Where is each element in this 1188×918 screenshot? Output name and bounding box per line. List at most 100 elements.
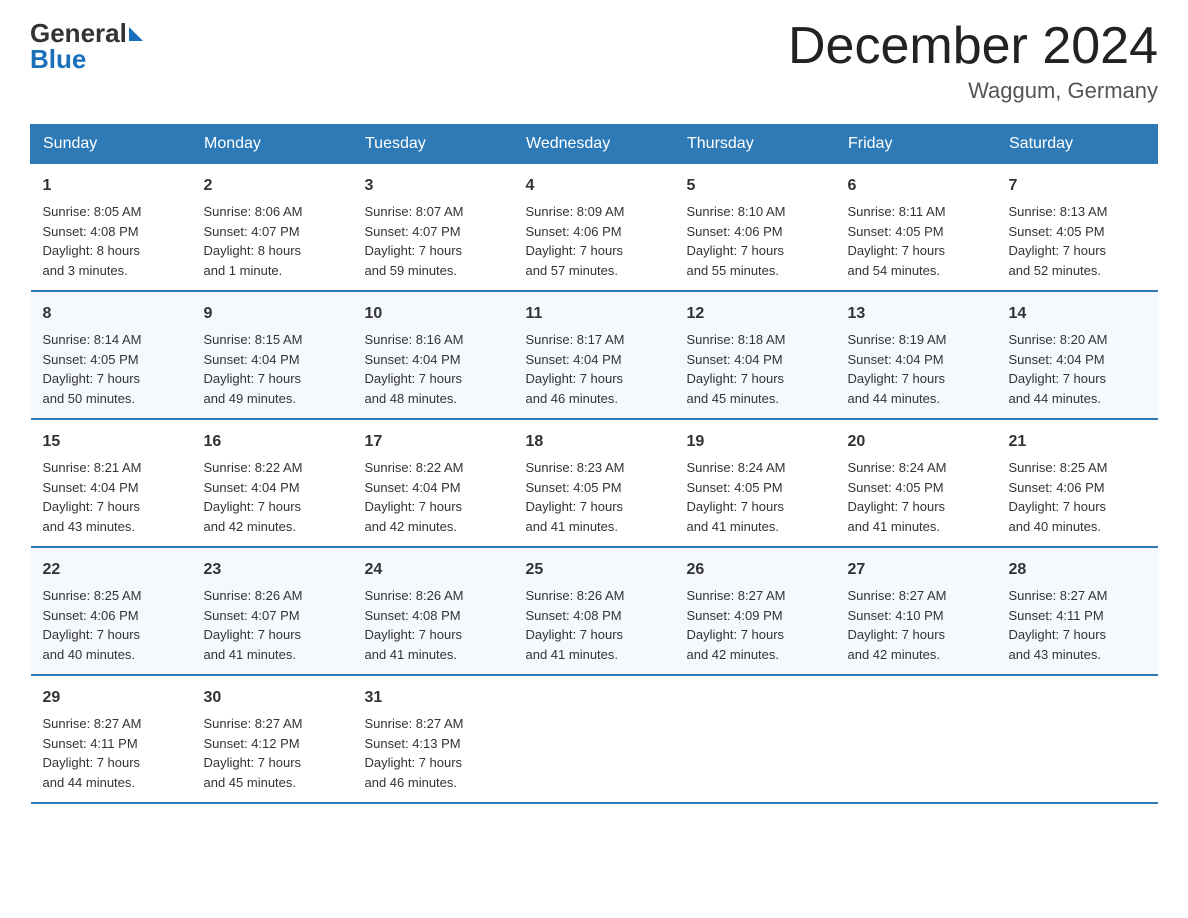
day-detail-line: Sunset: 4:04 PM [848, 350, 985, 370]
day-cell [836, 675, 997, 803]
day-cell [997, 675, 1158, 803]
day-cell: 5Sunrise: 8:10 AMSunset: 4:06 PMDaylight… [675, 164, 836, 292]
day-detail-line: and 59 minutes. [365, 261, 502, 281]
day-detail-line: Sunrise: 8:13 AM [1009, 202, 1146, 222]
day-detail-line: Sunset: 4:09 PM [687, 606, 824, 626]
day-detail-line: Sunrise: 8:24 AM [848, 458, 985, 478]
day-detail-line: Daylight: 7 hours [687, 241, 824, 261]
day-detail-line: and 3 minutes. [43, 261, 180, 281]
day-detail-line: Sunrise: 8:26 AM [365, 586, 502, 606]
day-cell: 15Sunrise: 8:21 AMSunset: 4:04 PMDayligh… [31, 419, 192, 547]
day-detail-line: Sunrise: 8:19 AM [848, 330, 985, 350]
header-cell-saturday: Saturday [997, 125, 1158, 164]
day-detail-line: Daylight: 7 hours [1009, 241, 1146, 261]
day-detail-line: Sunrise: 8:11 AM [848, 202, 985, 222]
header-cell-monday: Monday [192, 125, 353, 164]
logo: General Blue [30, 20, 143, 75]
day-detail-line: Daylight: 7 hours [687, 625, 824, 645]
location: Waggum, Germany [788, 78, 1158, 104]
day-detail-line: Daylight: 7 hours [687, 369, 824, 389]
day-detail-line: Sunrise: 8:17 AM [526, 330, 663, 350]
day-detail-line: Sunrise: 8:27 AM [204, 714, 341, 734]
day-detail-line: Daylight: 7 hours [43, 497, 180, 517]
day-number: 17 [365, 430, 502, 454]
day-number: 27 [848, 558, 985, 582]
header-row: SundayMondayTuesdayWednesdayThursdayFrid… [31, 125, 1158, 164]
day-number: 4 [526, 174, 663, 198]
day-number: 25 [526, 558, 663, 582]
day-number: 26 [687, 558, 824, 582]
day-detail-line: Sunset: 4:06 PM [687, 222, 824, 242]
day-detail-line: Sunrise: 8:27 AM [848, 586, 985, 606]
day-detail-line: and 41 minutes. [526, 645, 663, 665]
day-cell: 2Sunrise: 8:06 AMSunset: 4:07 PMDaylight… [192, 164, 353, 292]
day-detail-line: Daylight: 7 hours [526, 241, 663, 261]
day-detail-line: Sunset: 4:04 PM [365, 350, 502, 370]
day-detail-line: Daylight: 7 hours [848, 241, 985, 261]
day-detail-line: and 48 minutes. [365, 389, 502, 409]
day-cell: 8Sunrise: 8:14 AMSunset: 4:05 PMDaylight… [31, 291, 192, 419]
day-detail-line: Sunrise: 8:25 AM [43, 586, 180, 606]
day-detail-line: Sunrise: 8:15 AM [204, 330, 341, 350]
day-cell: 12Sunrise: 8:18 AMSunset: 4:04 PMDayligh… [675, 291, 836, 419]
day-number: 20 [848, 430, 985, 454]
day-detail-line: and 44 minutes. [1009, 389, 1146, 409]
day-detail-line: and 54 minutes. [848, 261, 985, 281]
day-detail-line: Daylight: 7 hours [43, 753, 180, 773]
day-detail-line: and 41 minutes. [848, 517, 985, 537]
day-detail-line: Sunset: 4:08 PM [365, 606, 502, 626]
day-detail-line: and 42 minutes. [687, 645, 824, 665]
day-detail-line: and 41 minutes. [687, 517, 824, 537]
day-detail-line: and 57 minutes. [526, 261, 663, 281]
day-cell: 13Sunrise: 8:19 AMSunset: 4:04 PMDayligh… [836, 291, 997, 419]
week-row-1: 1Sunrise: 8:05 AMSunset: 4:08 PMDaylight… [31, 164, 1158, 292]
day-cell: 23Sunrise: 8:26 AMSunset: 4:07 PMDayligh… [192, 547, 353, 675]
day-number: 16 [204, 430, 341, 454]
day-detail-line: and 45 minutes. [687, 389, 824, 409]
day-detail-line: Sunset: 4:04 PM [43, 478, 180, 498]
day-cell: 3Sunrise: 8:07 AMSunset: 4:07 PMDaylight… [353, 164, 514, 292]
day-detail-line: Sunset: 4:05 PM [848, 222, 985, 242]
week-row-4: 22Sunrise: 8:25 AMSunset: 4:06 PMDayligh… [31, 547, 1158, 675]
day-detail-line: Sunset: 4:08 PM [526, 606, 663, 626]
day-number: 21 [1009, 430, 1146, 454]
day-detail-line: and 41 minutes. [204, 645, 341, 665]
day-detail-line: Daylight: 7 hours [365, 625, 502, 645]
day-detail-line: Sunset: 4:06 PM [526, 222, 663, 242]
day-cell: 21Sunrise: 8:25 AMSunset: 4:06 PMDayligh… [997, 419, 1158, 547]
day-cell: 29Sunrise: 8:27 AMSunset: 4:11 PMDayligh… [31, 675, 192, 803]
day-number: 23 [204, 558, 341, 582]
day-detail-line: Daylight: 7 hours [1009, 497, 1146, 517]
day-number: 10 [365, 302, 502, 326]
day-cell: 16Sunrise: 8:22 AMSunset: 4:04 PMDayligh… [192, 419, 353, 547]
day-detail-line: Sunset: 4:11 PM [43, 734, 180, 754]
day-number: 24 [365, 558, 502, 582]
day-number: 31 [365, 686, 502, 710]
day-detail-line: and 40 minutes. [43, 645, 180, 665]
day-detail-line: Sunrise: 8:10 AM [687, 202, 824, 222]
day-detail-line: Sunset: 4:07 PM [204, 222, 341, 242]
day-detail-line: Sunset: 4:06 PM [1009, 478, 1146, 498]
day-number: 15 [43, 430, 180, 454]
day-detail-line: Daylight: 7 hours [365, 241, 502, 261]
day-detail-line: and 52 minutes. [1009, 261, 1146, 281]
day-detail-line: Daylight: 8 hours [204, 241, 341, 261]
day-number: 13 [848, 302, 985, 326]
day-detail-line: Sunset: 4:04 PM [365, 478, 502, 498]
day-cell [675, 675, 836, 803]
day-detail-line: Sunset: 4:04 PM [204, 478, 341, 498]
day-detail-line: Sunset: 4:04 PM [204, 350, 341, 370]
day-cell: 7Sunrise: 8:13 AMSunset: 4:05 PMDaylight… [997, 164, 1158, 292]
day-detail-line: and 42 minutes. [848, 645, 985, 665]
month-title: December 2024 [788, 20, 1158, 72]
day-detail-line: Sunset: 4:07 PM [365, 222, 502, 242]
header-cell-thursday: Thursday [675, 125, 836, 164]
day-detail-line: Sunset: 4:10 PM [848, 606, 985, 626]
day-number: 29 [43, 686, 180, 710]
day-cell: 24 Sunrise: 8:26 AMSunset: 4:08 PMDayligh… [353, 547, 514, 675]
calendar-table: SundayMondayTuesdayWednesdayThursdayFrid… [30, 124, 1158, 804]
day-cell: 6Sunrise: 8:11 AMSunset: 4:05 PMDaylight… [836, 164, 997, 292]
day-cell: 18Sunrise: 8:23 AMSunset: 4:05 PMDayligh… [514, 419, 675, 547]
day-detail-line: Daylight: 7 hours [204, 753, 341, 773]
day-detail-line: Sunrise: 8:24 AM [687, 458, 824, 478]
